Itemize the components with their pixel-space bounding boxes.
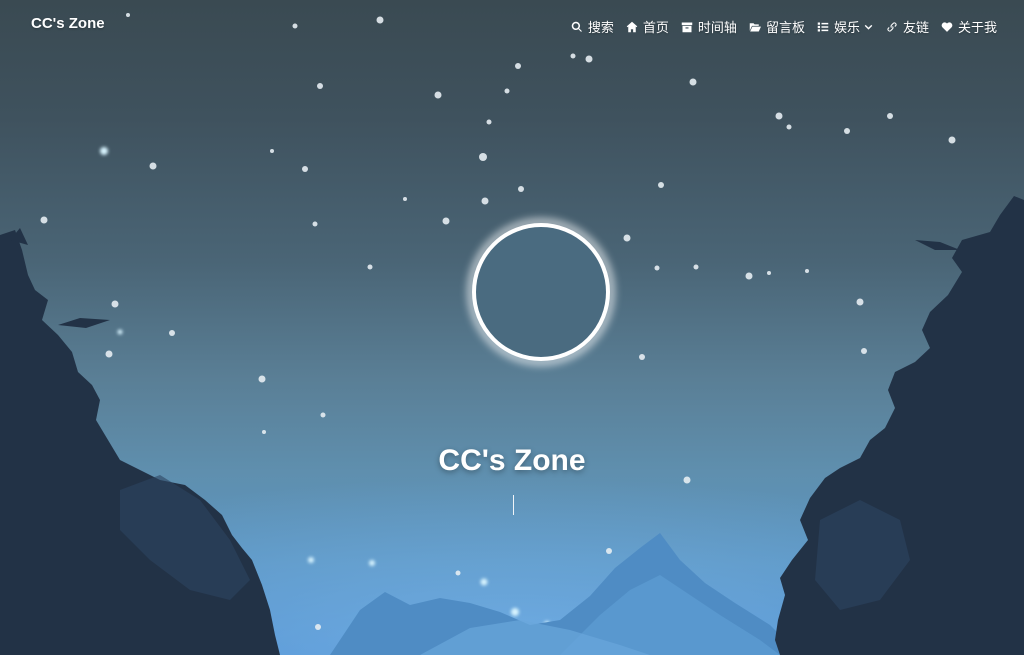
nav-item-home[interactable]: 首页 [626,17,669,36]
folder-open-icon [749,22,761,31]
typing-cursor [513,495,514,515]
search-icon [571,21,582,32]
nav-item-about[interactable]: 关于我 [941,17,997,36]
hero-title: CC's Zone [438,444,586,477]
brand-link[interactable]: CC's Zone [31,15,105,32]
hero-banner: CC's Zone 搜索 首页 时间轴 留言板 娱乐 友链 关于我 CC's Z… [0,0,1024,655]
nav-menu: 搜索 首页 时间轴 留言板 娱乐 友链 关于我 [571,17,997,36]
night-sky-background [0,13,1024,655]
archive-icon [681,22,693,32]
nav-item-timeline-label: 时间轴 [697,20,737,35]
home-icon [626,21,638,32]
nav-item-entertainment-label: 娱乐 [833,20,860,35]
nav-item-timeline[interactable]: 时间轴 [681,17,737,36]
nav-item-about-label: 关于我 [957,20,997,35]
nav-item-friends-label: 友链 [902,20,929,35]
nav-item-guestbook[interactable]: 留言板 [749,17,805,36]
nav-item-search[interactable]: 搜索 [571,17,614,36]
nav-item-search-label: 搜索 [587,20,614,35]
link-icon [887,21,897,32]
nav-item-entertainment[interactable]: 娱乐 [817,17,874,36]
chevron-down-icon [864,24,873,30]
heart-icon [941,21,953,32]
eclipse-ring [467,218,615,366]
top-navbar: CC's Zone 搜索 首页 时间轴 留言板 娱乐 友链 关于我 [0,0,1024,50]
nav-item-home-label: 首页 [642,20,669,35]
nav-item-guestbook-label: 留言板 [765,20,805,35]
list-icon [817,22,829,31]
nav-item-friends[interactable]: 友链 [886,17,929,36]
